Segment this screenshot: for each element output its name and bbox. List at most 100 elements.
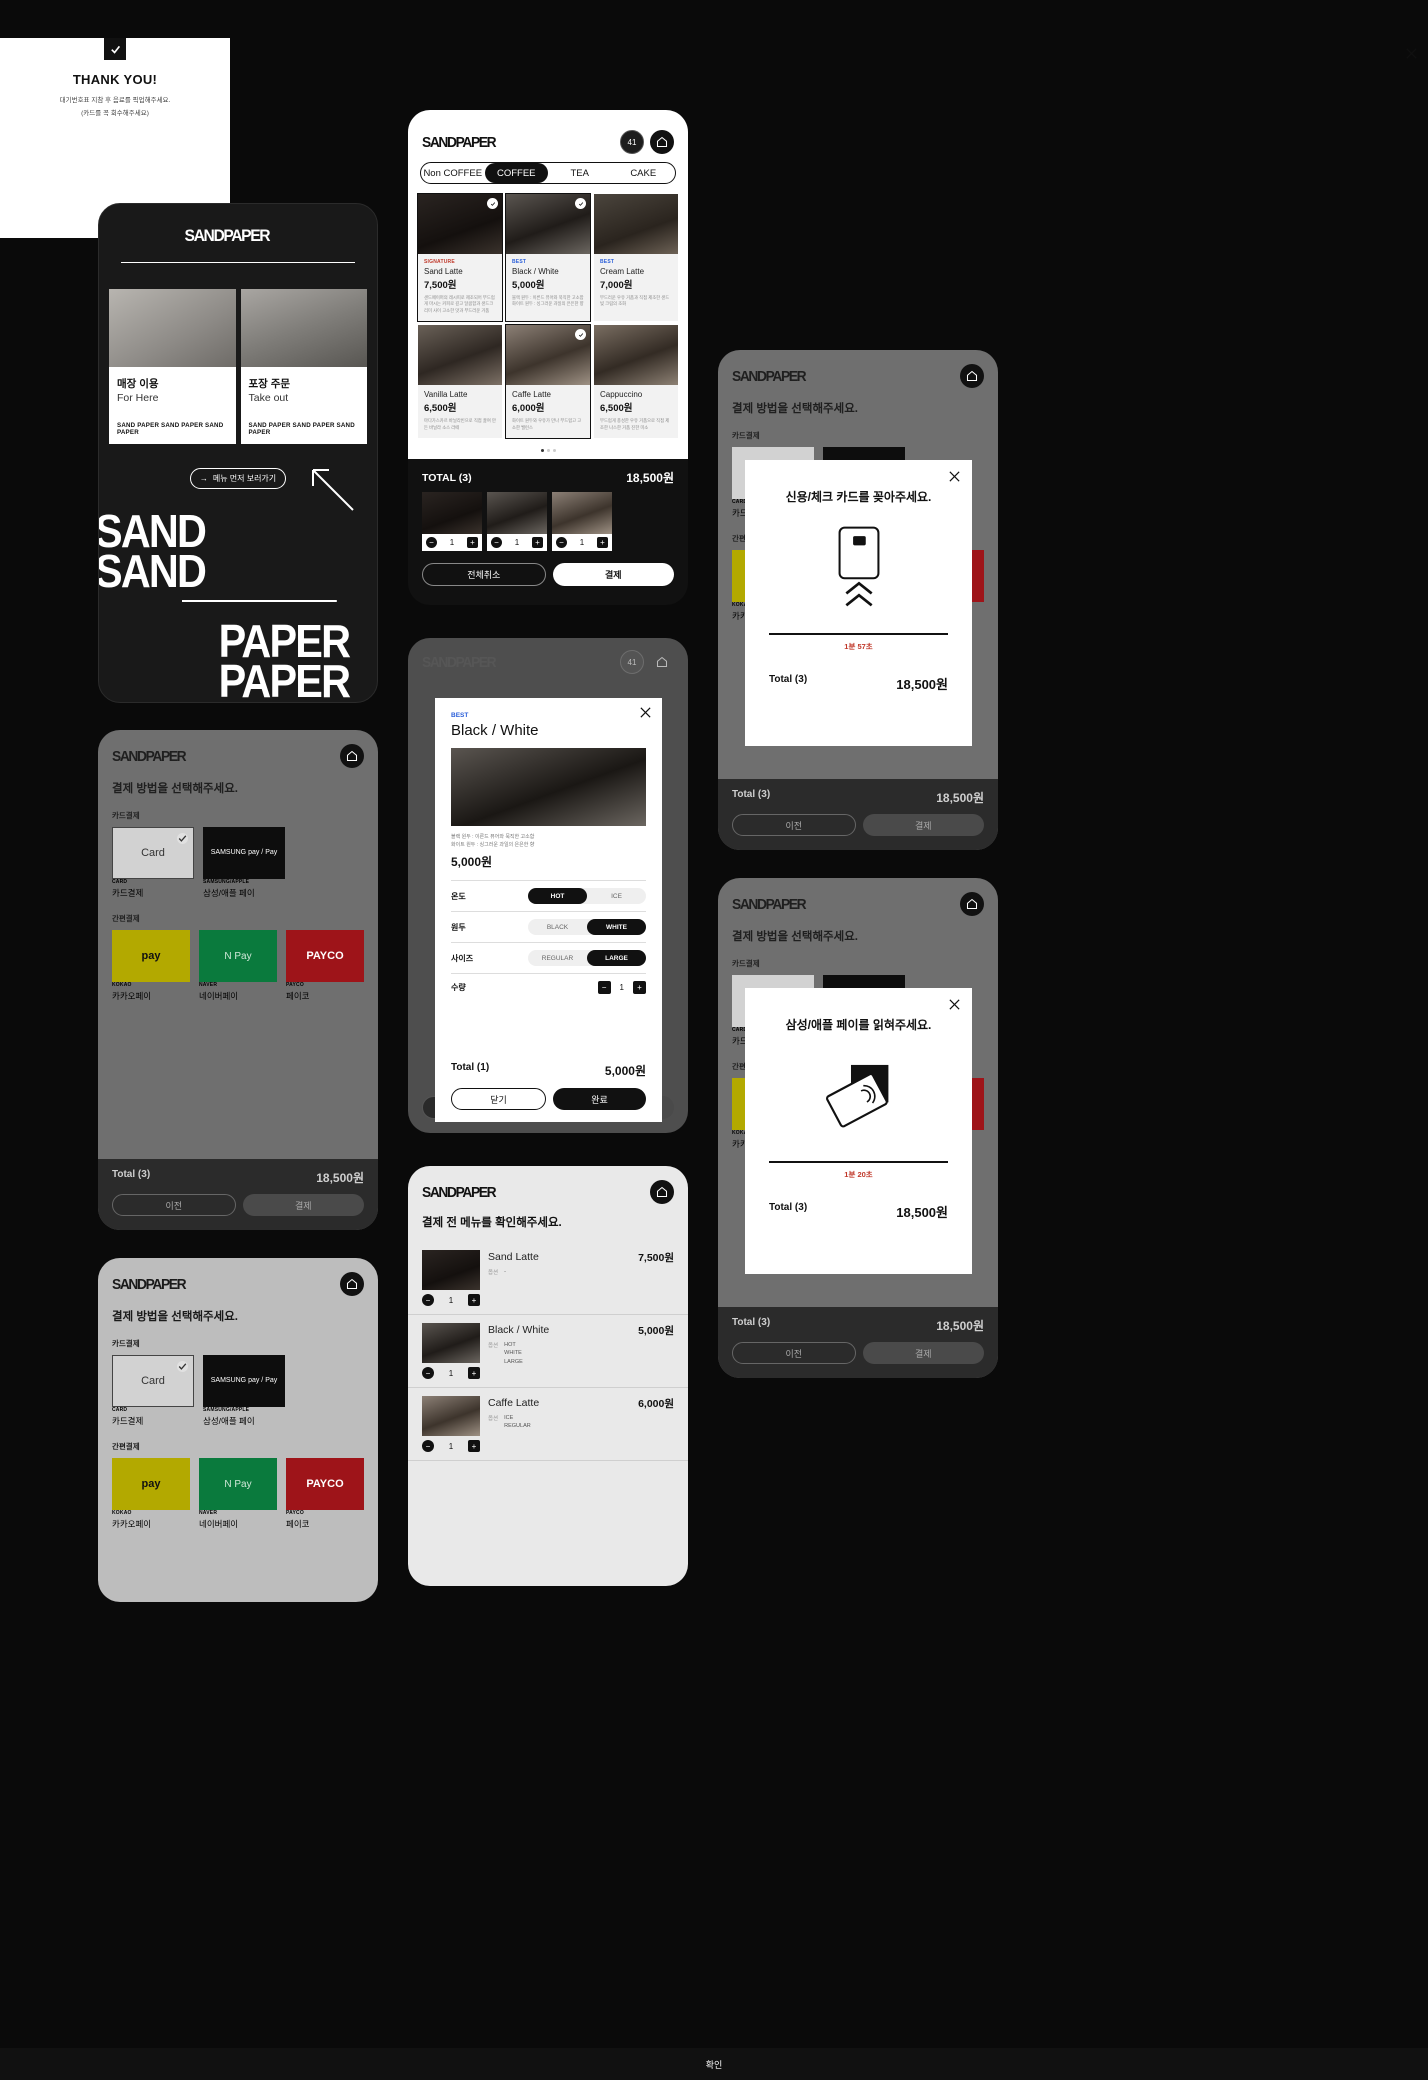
- cart-item[interactable]: − 1 +: [552, 492, 612, 552]
- menu-item-price: 5,000원: [512, 280, 545, 291]
- increase-button[interactable]: +: [467, 1367, 480, 1379]
- payment-tile: N Pay: [199, 930, 277, 982]
- option-label: 온도: [451, 891, 466, 901]
- payment-total-value: 18,500원: [936, 791, 984, 805]
- tab-coffee[interactable]: COFFEE: [484, 163, 548, 183]
- arrow-right-icon: →: [199, 474, 208, 483]
- option-choice-black[interactable]: BLACK: [528, 919, 587, 935]
- close-icon[interactable]: [948, 470, 961, 483]
- dot[interactable]: [552, 449, 556, 453]
- menu-item-tag: SIGNATURE: [424, 259, 455, 265]
- menu-item-card[interactable]: Cappuccino 6,500원 부드럽게 풍성한 우유 거품으로 직접 제조…: [594, 325, 678, 439]
- increase-button[interactable]: +: [467, 1294, 480, 1306]
- decrease-button[interactable]: −: [422, 1294, 434, 1306]
- prev-button[interactable]: 이전: [112, 1194, 236, 1216]
- decrease-button[interactable]: −: [422, 1440, 434, 1452]
- option-label: 사이즈: [451, 953, 474, 963]
- progress-line: [769, 1161, 948, 1163]
- prev-button[interactable]: 이전: [732, 814, 856, 836]
- order-mode-for-here[interactable]: 매장 이용 For Here SAND PAPER SAND PAPER SAN…: [109, 289, 236, 444]
- tab-cake[interactable]: CAKE: [612, 163, 676, 183]
- payment-method-sampay[interactable]: SAMSUNG pay / Pay SAMSUNG/APPLE 삼성/애플 페이: [203, 827, 285, 899]
- order-mode-take-out[interactable]: 포장 주문 Take out SAND PAPER SAND PAPER SAN…: [240, 289, 367, 444]
- home-button[interactable]: [960, 364, 984, 388]
- cart-item[interactable]: − 1 +: [422, 492, 482, 552]
- increase-button[interactable]: +: [633, 981, 646, 994]
- payment-tile-label: Card: [141, 1375, 165, 1387]
- mode-label-en: For Here: [117, 392, 159, 404]
- pay-button[interactable]: 결제: [862, 814, 984, 836]
- menu-item-card[interactable]: BEST Black / White 5,000원 블랙 원두 : 이른드 퓨어…: [505, 192, 591, 323]
- home-button[interactable]: [340, 1272, 364, 1296]
- payment-title: 결제 방법을 선택해주세요.: [732, 931, 858, 943]
- menu-item-desc: 마다가스카르 바닐라빈으로 직접 끓여 만든 바닐라 소스 라떼: [424, 418, 496, 430]
- decrease-button[interactable]: −: [597, 981, 611, 994]
- category-tabs: Non COFFEE COFFEE TEA CAKE: [420, 162, 676, 184]
- option-choice-white[interactable]: WHITE: [587, 919, 646, 935]
- increase-button[interactable]: +: [466, 537, 478, 549]
- payment-method-kakao[interactable]: pay KOKAO 카카오페이: [112, 1458, 190, 1530]
- browse-menu-button[interactable]: → 메뉴 먼저 보러가기: [190, 468, 286, 489]
- increase-button[interactable]: +: [531, 537, 543, 549]
- modal-total-label: Total (3): [769, 674, 808, 685]
- menu-item-card[interactable]: Caffe Latte 6,000원 화이트 원두와 우유가 만나 부드럽고 고…: [505, 324, 591, 440]
- home-button[interactable]: [650, 1180, 674, 1204]
- cart-badge[interactable]: 41: [620, 130, 644, 154]
- card-section-label: 카드결제: [732, 431, 760, 440]
- payment-method-sampay[interactable]: SAMSUNG pay / Pay SAMSUNG/APPLE 삼성/애플 페이: [203, 1355, 285, 1427]
- menu-item-price: 7,500원: [424, 280, 457, 291]
- progress-line: [769, 633, 948, 635]
- dot[interactable]: [546, 449, 550, 453]
- dot[interactable]: [540, 449, 544, 453]
- menu-item-card[interactable]: BEST Cream Latte 7,000원 부드러운 우유 거품과 직접 제…: [594, 194, 678, 322]
- close-button[interactable]: 닫기: [451, 1088, 546, 1110]
- option-choice-large[interactable]: LARGE: [587, 950, 646, 966]
- payment-tile: PAYCO: [286, 1458, 364, 1510]
- tab-non-coffee[interactable]: Non COFFEE: [421, 163, 485, 183]
- home-button[interactable]: [960, 892, 984, 916]
- pay-button[interactable]: 결제: [862, 1342, 984, 1364]
- increase-button[interactable]: +: [596, 537, 608, 549]
- decrease-button[interactable]: −: [491, 537, 502, 549]
- cancel-all-button[interactable]: 전체취소: [422, 563, 546, 587]
- done-button[interactable]: 완료: [553, 1088, 646, 1110]
- confirm-button[interactable]: 확인: [0, 2048, 1428, 2080]
- close-icon[interactable]: [948, 998, 961, 1011]
- pay-button[interactable]: 결제: [242, 1194, 364, 1216]
- payment-footer: Total (3) 18,500원 이전 결제: [718, 1307, 998, 1378]
- option-choice-regular[interactable]: REGULAR: [528, 950, 587, 966]
- countdown-timer: 1분 20초: [844, 1170, 873, 1179]
- payment-method-payco[interactable]: PAYCO PAYCO 페이코: [286, 930, 364, 1002]
- cart-item[interactable]: − 1 +: [487, 492, 547, 552]
- pay-button[interactable]: 결제: [552, 563, 674, 587]
- payment-method-naver[interactable]: N Pay NAVER 네이버페이: [199, 1458, 277, 1530]
- decrease-button[interactable]: −: [422, 1367, 434, 1379]
- payment-method-card[interactable]: Card CARD 카드결제: [112, 827, 194, 899]
- confirm-header: SANDPAPER: [408, 1166, 688, 1214]
- decrease-button[interactable]: −: [556, 537, 567, 549]
- close-icon[interactable]: [639, 706, 652, 719]
- home-button[interactable]: [650, 130, 674, 154]
- card-insert-modal: 신용/체크 카드를 꽂아주세요. 1분 57초 Total (3) 18,500…: [745, 460, 972, 746]
- home-button[interactable]: [340, 744, 364, 768]
- payment-method-naver[interactable]: N Pay NAVER 네이버페이: [199, 930, 277, 1002]
- payment-method-card[interactable]: Card CARD 카드결제: [112, 1355, 194, 1427]
- tab-tea[interactable]: TEA: [548, 163, 612, 183]
- mode-label-kr: 포장 주문: [248, 378, 291, 390]
- payment-method-payco[interactable]: PAYCO PAYCO 페이코: [286, 1458, 364, 1530]
- menu-item-card[interactable]: Vanilla Latte 6,500원 마다가스카르 바닐라빈으로 직접 끓여…: [418, 325, 502, 439]
- prev-button[interactable]: 이전: [732, 1342, 856, 1364]
- close-icon[interactable]: [1405, 47, 1418, 60]
- increase-button[interactable]: +: [467, 1440, 480, 1452]
- option-choice-ice[interactable]: ICE: [587, 888, 646, 904]
- menu-item-card[interactable]: SIGNATURE Sand Latte 7,500원 샌드페이퍼의 레시피로 …: [417, 192, 503, 323]
- payment-name: 네이버페이: [199, 991, 239, 1001]
- menu-item-image: [594, 325, 678, 386]
- easy-section-label: 간편결제: [112, 914, 140, 923]
- type-line: SAND: [98, 545, 207, 597]
- option-choice-hot[interactable]: HOT: [528, 888, 587, 904]
- mode-thumbnail: [240, 289, 367, 367]
- decrease-button[interactable]: −: [426, 537, 437, 549]
- payment-method-kakao[interactable]: pay KOKAO 카카오페이: [112, 930, 190, 1002]
- pagination-dots[interactable]: [408, 446, 688, 459]
